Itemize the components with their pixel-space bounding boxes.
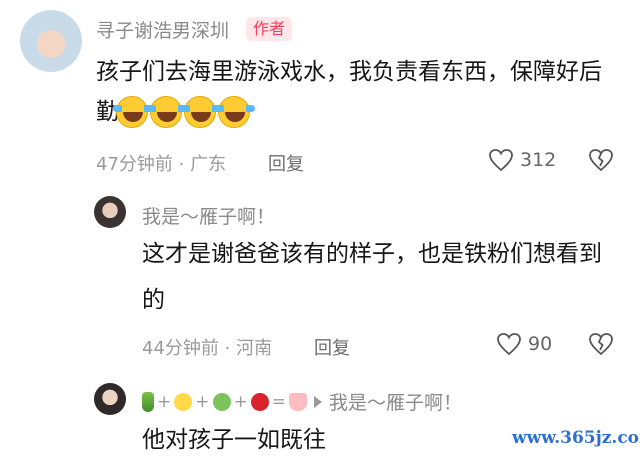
heart-icon (497, 333, 521, 356)
lemon-emoji-icon (174, 392, 193, 411)
heart-icon (489, 149, 513, 172)
comment-time-location: 47分钟前 · 广东 (96, 154, 227, 175)
dislike-broken-heart-icon[interactable] (588, 148, 614, 172)
laughing-emoji-row (113, 96, 255, 128)
laughing-emoji-icon (181, 96, 221, 128)
reply-button[interactable]: 回复 (314, 334, 350, 360)
reply-text-cont: 的 (142, 287, 165, 313)
avatar[interactable] (20, 10, 82, 72)
plus-sign: + (157, 391, 172, 412)
reply-text: 这才是谢爸爸该有的样子，也是铁粉们想看到 (142, 241, 602, 267)
dislike-broken-heart-icon[interactable] (588, 332, 614, 356)
like-button[interactable]: 90 (496, 332, 552, 356)
cherry-emoji-icon (250, 392, 269, 411)
reply-button[interactable]: 回复 (268, 150, 304, 176)
laughing-emoji-icon (215, 96, 255, 128)
reply-text: 他对孩子一如既往 (142, 427, 326, 453)
reply-time-location: 44分钟前 · 河南 (142, 338, 273, 359)
like-count: 90 (528, 333, 553, 355)
emoji-username[interactable]: + + + = 我是～雁子啊！ (142, 388, 462, 415)
like-button[interactable]: 312 (488, 148, 556, 172)
like-count: 312 (520, 149, 557, 171)
avatar[interactable] (94, 196, 126, 228)
bottle-emoji-icon (142, 391, 154, 412)
plus-sign: + (233, 391, 248, 412)
laughing-emoji-icon (147, 96, 187, 128)
comment-text: 孩子们去海里游泳戏水，我负责看东西，保障好后 (96, 59, 602, 85)
laughing-emoji-icon (113, 96, 153, 128)
reply-username[interactable]: 我是～雁子啊！ (142, 202, 275, 229)
equals-sign: = (271, 391, 286, 412)
plus-sign: + (195, 391, 210, 412)
author-badge: 作者 (246, 17, 293, 41)
avatar[interactable] (94, 383, 126, 415)
drink-emoji-icon (289, 392, 307, 411)
watermark: www.365jz.com (512, 428, 640, 448)
herb-emoji-icon (212, 392, 231, 411)
reply-to-username[interactable]: 我是～雁子啊！ (329, 388, 462, 415)
comment-username[interactable]: 寻子谢浩男深圳 (96, 16, 229, 43)
reply-arrow-icon (314, 395, 322, 408)
